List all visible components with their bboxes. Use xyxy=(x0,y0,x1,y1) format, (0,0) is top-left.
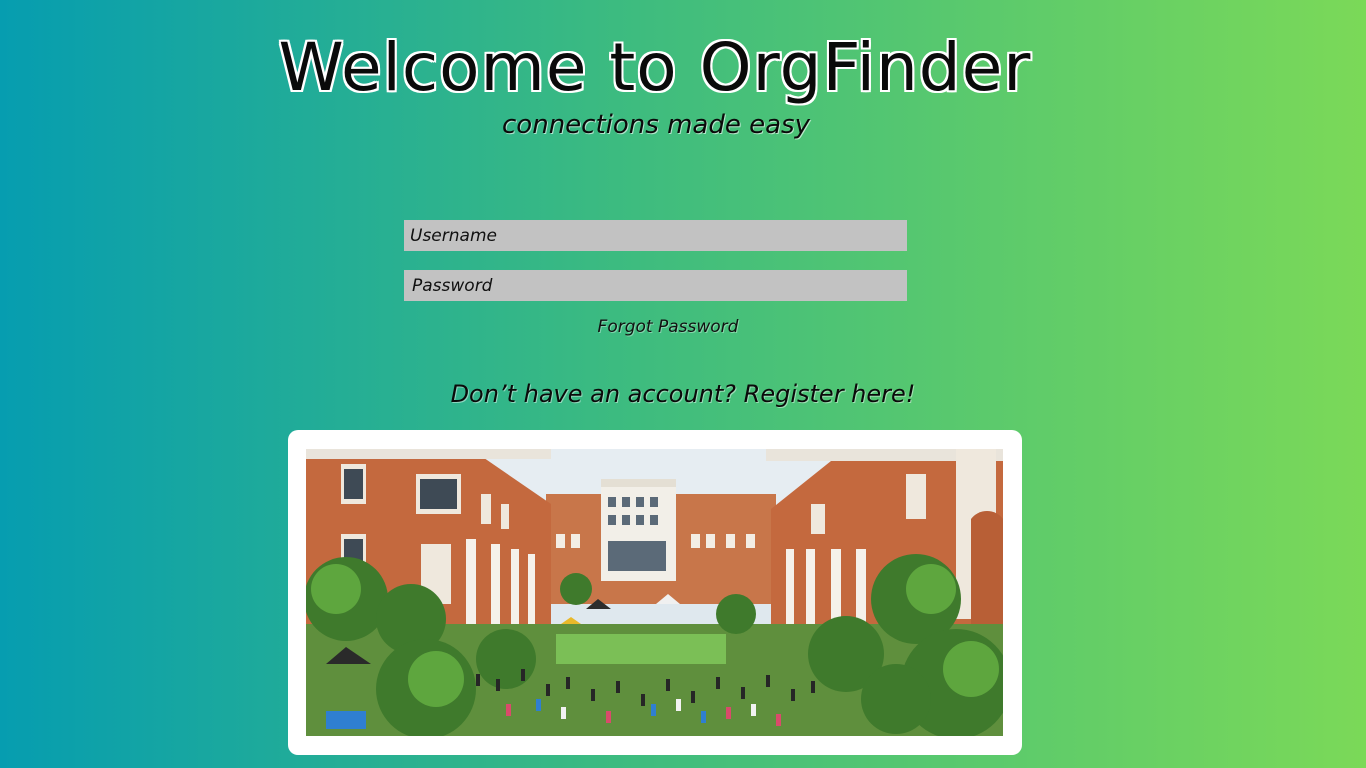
page-title: Welcome to OrgFinder xyxy=(278,29,1032,106)
page-subtitle: connections made easy xyxy=(502,110,810,140)
forgot-password-link[interactable]: Forgot Password xyxy=(566,316,770,338)
campus-photo xyxy=(306,449,1003,736)
password-field[interactable] xyxy=(404,270,907,301)
register-link[interactable]: Don’t have an account? Register here! xyxy=(383,378,983,410)
campus-photo-illustration xyxy=(306,449,1003,736)
photo-frame xyxy=(288,430,1022,755)
username-field[interactable] xyxy=(404,220,907,251)
